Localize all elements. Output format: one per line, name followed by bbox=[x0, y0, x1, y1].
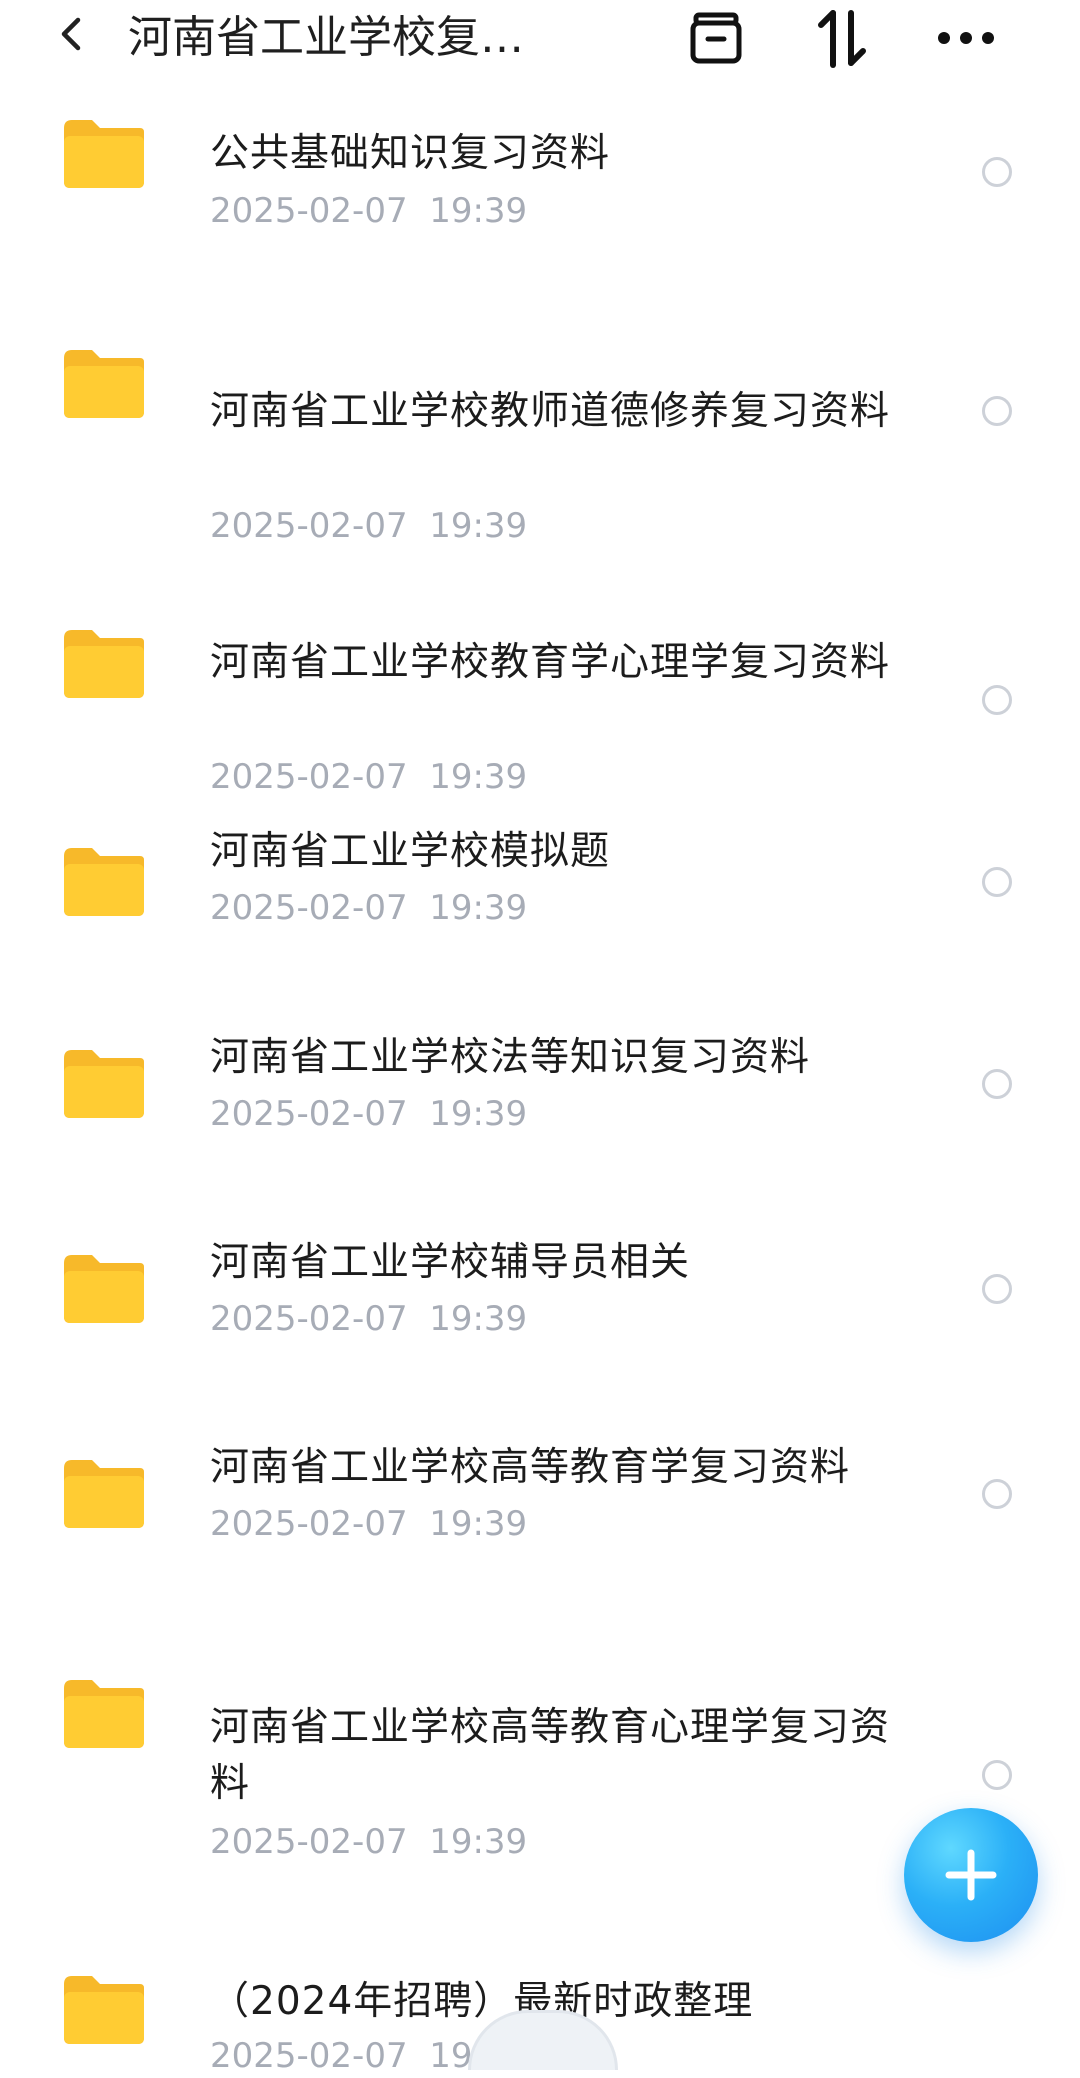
folder-date: 2025-02-07 19:39 bbox=[210, 1299, 528, 1339]
select-radio[interactable] bbox=[982, 1479, 1012, 1509]
folder-row[interactable]: 河南省工业学校法等知识复习资料 2025-02-07 19:39 bbox=[0, 994, 1080, 1199]
plus-icon bbox=[945, 1849, 997, 1901]
archive-icon bbox=[690, 12, 742, 64]
folder-icon bbox=[64, 350, 144, 418]
select-radio[interactable] bbox=[982, 1069, 1012, 1099]
folder-row[interactable]: 河南省工业学校模拟题 2025-02-07 19:39 bbox=[0, 794, 1080, 994]
folder-name: 河南省工业学校法等知识复习资料 bbox=[210, 1035, 811, 1080]
select-radio[interactable] bbox=[982, 867, 1012, 897]
folder-date: 2025-02-07 19:39 bbox=[210, 506, 528, 546]
folder-icon bbox=[64, 1976, 144, 2044]
back-icon bbox=[61, 17, 81, 51]
folder-date: 2025-02-07 19:39 bbox=[210, 1504, 528, 1544]
folder-name: 河南省工业学校高等教育学复习资料 bbox=[210, 1445, 851, 1490]
folder-name: 河南省工业学校模拟题 bbox=[210, 829, 611, 874]
select-radio[interactable] bbox=[982, 396, 1012, 426]
folder-date: 2025-02-07 19:39 bbox=[210, 888, 528, 928]
archive-button[interactable] bbox=[680, 2, 752, 74]
folder-row[interactable]: 公共基础知识复习资料 2025-02-07 19:39 bbox=[0, 84, 1080, 294]
folder-row[interactable]: 河南省工业学校高等教育心理学复习资料 2025-02-07 19:39 bbox=[0, 1604, 1080, 1864]
folder-icon bbox=[64, 1050, 144, 1118]
folder-row[interactable]: 河南省工业学校辅导员相关 2025-02-07 19:39 bbox=[0, 1199, 1080, 1404]
folder-date: 2025-02-07 19:39 bbox=[210, 191, 528, 231]
add-button[interactable] bbox=[904, 1808, 1038, 1942]
top-bar: 河南省工业学校复… bbox=[0, 0, 1080, 84]
folder-icon bbox=[64, 848, 144, 916]
page-title: 河南省工业学校复… bbox=[128, 12, 524, 63]
folder-icon bbox=[64, 1680, 144, 1748]
folder-row[interactable]: 河南省工业学校教育学心理学复习资料 2025-02-07 19:39 bbox=[0, 554, 1080, 797]
folder-name: 河南省工业学校教师道德修养复习资料 bbox=[210, 389, 891, 434]
folder-icon bbox=[64, 120, 144, 188]
more-icon bbox=[938, 32, 994, 44]
folder-name: 河南省工业学校辅导员相关 bbox=[210, 1240, 691, 1285]
sort-icon bbox=[818, 10, 866, 68]
folder-icon bbox=[64, 630, 144, 698]
sort-button[interactable] bbox=[806, 2, 878, 74]
folder-date: 2025-02-07 19:39 bbox=[210, 757, 528, 797]
folder-name: 公共基础知识复习资料 bbox=[210, 131, 611, 176]
folder-icon bbox=[64, 1460, 144, 1528]
select-radio[interactable] bbox=[982, 1760, 1012, 1790]
folder-row[interactable]: 河南省工业学校高等教育学复习资料 2025-02-07 19:39 bbox=[0, 1404, 1080, 1604]
folder-name: 河南省工业学校教育学心理学复习资料 bbox=[210, 640, 891, 685]
more-button[interactable] bbox=[930, 2, 1002, 74]
folder-date: 2025-02-07 19:39 bbox=[210, 1094, 528, 1134]
back-button[interactable] bbox=[40, 2, 104, 66]
folder-date: 2025-02-07 19:39 bbox=[210, 1822, 528, 1862]
folder-row[interactable]: 河南省工业学校教师道德修养复习资料 2025-02-07 19:39 bbox=[0, 294, 1080, 554]
select-radio[interactable] bbox=[982, 157, 1012, 187]
folder-icon bbox=[64, 1255, 144, 1323]
select-radio[interactable] bbox=[982, 1274, 1012, 1304]
select-radio[interactable] bbox=[982, 685, 1012, 715]
folder-name: 河南省工业学校高等教育心理学复习资料 bbox=[210, 1705, 891, 1806]
